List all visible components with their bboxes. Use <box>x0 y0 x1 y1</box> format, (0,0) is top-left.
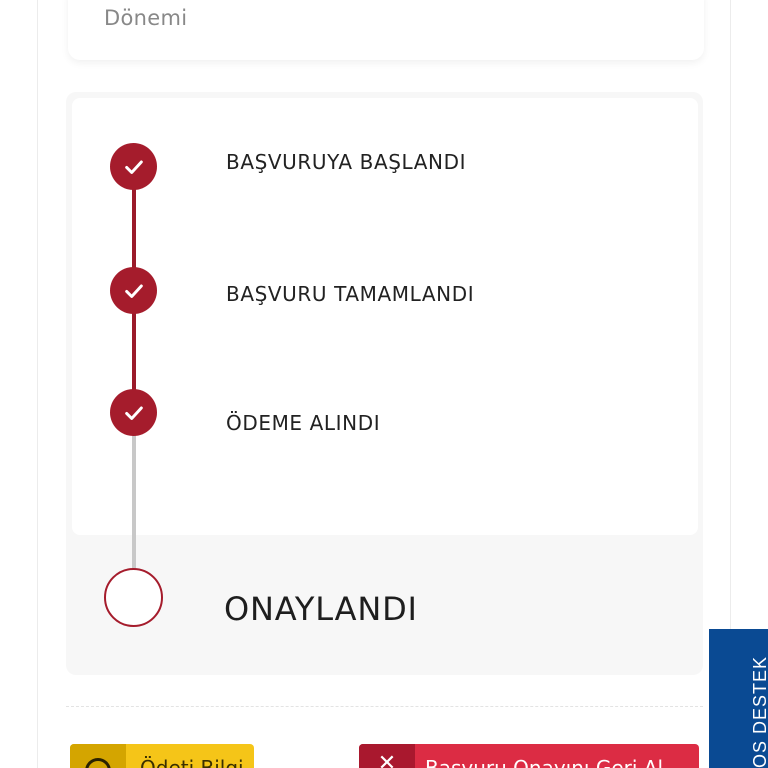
step-3-label: ÖDEME ALINDI <box>226 411 381 435</box>
info-button[interactable]: Ödeti Bilgi <box>70 744 254 768</box>
info-button-label: Ödeti Bilgi <box>140 756 244 768</box>
step-1-label: BAŞVURUYA BAŞLANDI <box>226 150 467 174</box>
period-card: Dönemi <box>68 0 704 60</box>
period-label: Dönemi <box>104 6 188 30</box>
step-1-check-icon <box>110 143 157 190</box>
support-tab-label: OS DESTEK <box>750 655 768 768</box>
step-4-label: ONAYLANDI <box>224 590 418 628</box>
eye-icon <box>70 744 126 768</box>
revoke-button-label: Başvuru Onayını Geri Al <box>425 756 663 768</box>
support-tab[interactable]: OS DESTEK <box>709 629 768 768</box>
step-3-check-icon <box>110 389 157 436</box>
section-divider <box>66 706 703 707</box>
step-2-label: BAŞVURU TAMAMLANDI <box>226 282 475 306</box>
step-4-empty-circle-icon <box>104 568 163 627</box>
step-2-check-icon <box>110 267 157 314</box>
close-icon: ✕ <box>359 744 415 768</box>
revoke-approval-button[interactable]: ✕ Başvuru Onayını Geri Al <box>359 744 699 768</box>
